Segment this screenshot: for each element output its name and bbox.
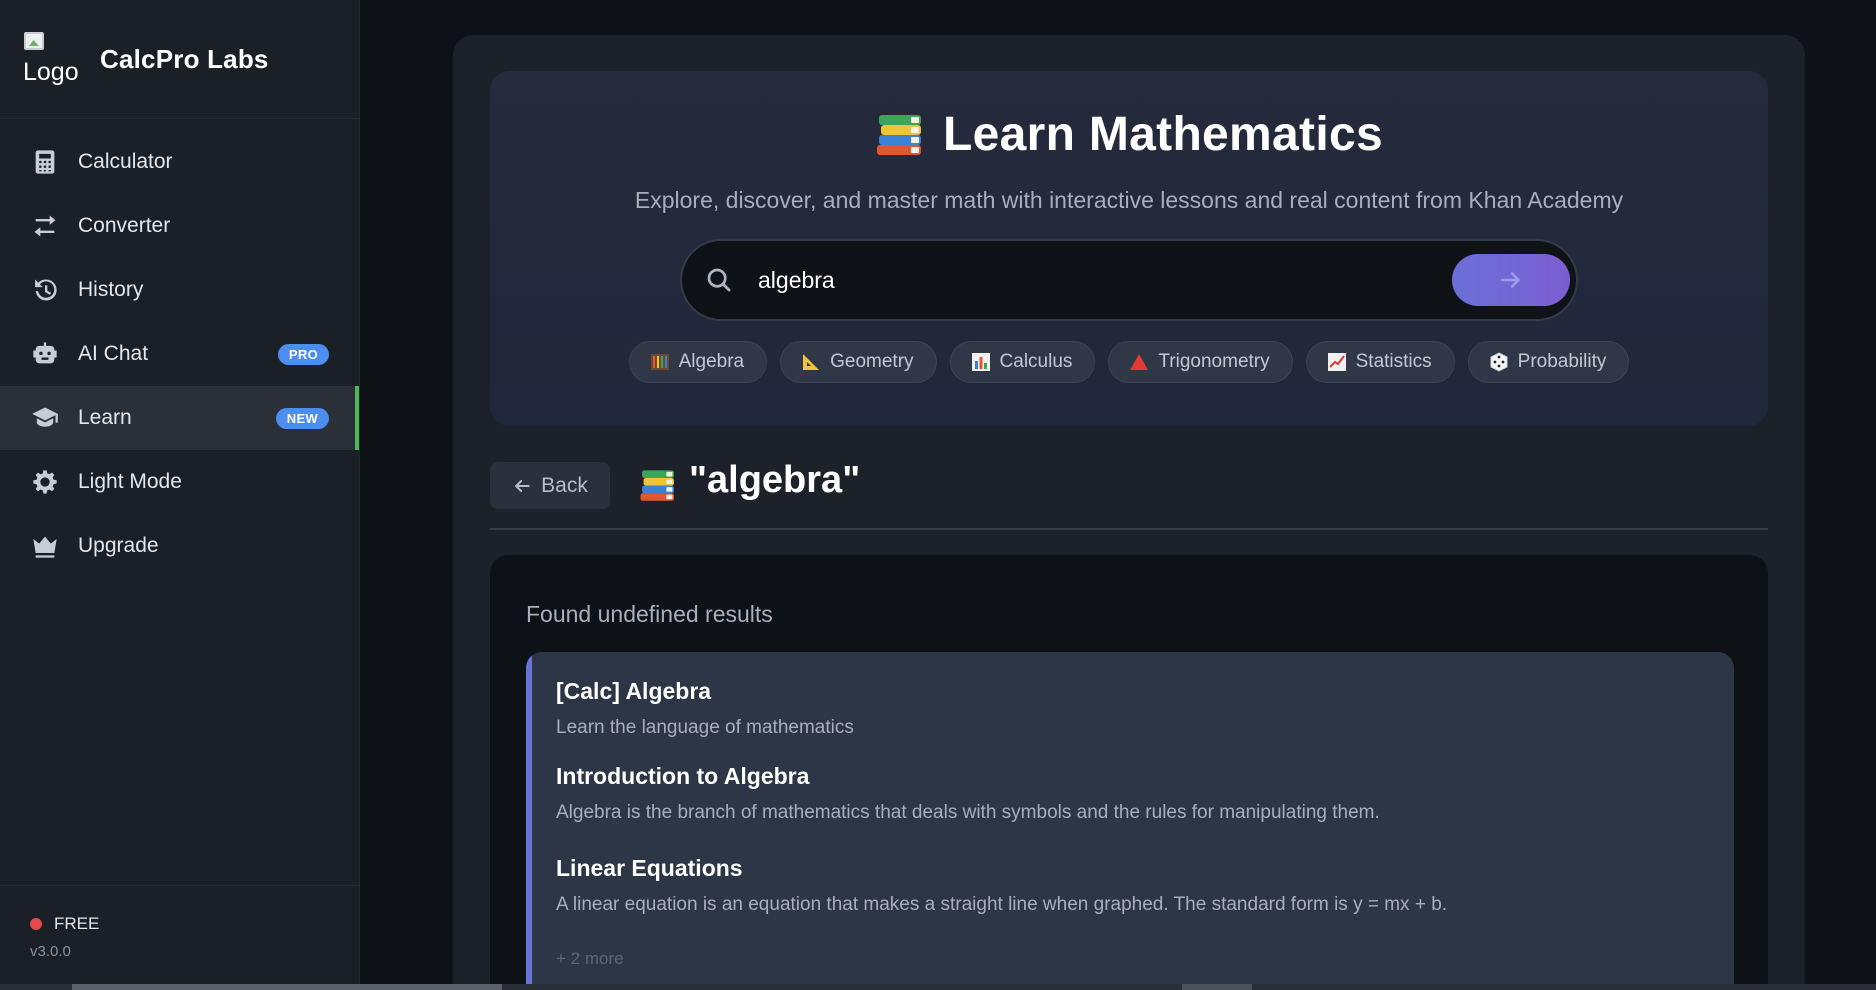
broken-image-icon <box>24 32 44 50</box>
graduation-cap-icon <box>30 403 60 433</box>
results-heading: "algebra" <box>639 459 860 502</box>
sidebar-item-ai-chat[interactable]: AI Chat PRO <box>0 322 359 386</box>
trend-chart-icon <box>1327 352 1347 372</box>
search-input[interactable] <box>758 260 1452 300</box>
plan-status: FREE <box>30 914 359 934</box>
calculator-icon <box>30 147 60 177</box>
chip-trigonometry[interactable]: Trigonometry <box>1108 341 1293 383</box>
search-query-title: "algebra" <box>689 459 861 501</box>
triangle-ruler-icon <box>801 352 821 372</box>
chip-label: Geometry <box>830 351 914 372</box>
plan-label: FREE <box>54 914 100 933</box>
search-icon <box>704 265 734 295</box>
brand[interactable]: Logo CalcPro Labs <box>0 0 359 119</box>
back-label: Back <box>541 473 588 497</box>
lesson-item[interactable]: Introduction to Algebra Algebra is the b… <box>556 763 1380 824</box>
logo-alt-text: Logo <box>23 58 79 86</box>
lesson-title: Linear Equations <box>556 855 743 881</box>
page-title: Learn Mathematics <box>943 108 1383 161</box>
sidebar-item-label: AI Chat <box>78 342 149 365</box>
new-badge: NEW <box>275 407 329 429</box>
sidebar-item-history[interactable]: History <box>0 258 359 322</box>
chip-label: Trigonometry <box>1158 351 1270 372</box>
scrollbar-thumb[interactable] <box>1182 984 1252 990</box>
bar-chart-icon <box>971 352 991 372</box>
lesson-description: Algebra is the branch of mathematics tha… <box>556 802 1380 823</box>
main-content: Learn Mathematics Explore, discover, and… <box>453 35 1805 990</box>
result-card-subtitle: Learn the language of mathematics <box>556 717 854 738</box>
result-card-title: [Calc] Algebra <box>556 678 712 704</box>
chip-label: Statistics <box>1355 351 1432 372</box>
sidebar-item-converter[interactable]: Converter <box>0 194 359 258</box>
result-card-header: [Calc] Algebra Learn the language of mat… <box>556 678 854 739</box>
chip-geometry[interactable]: Geometry <box>780 341 937 383</box>
sidebar-item-upgrade[interactable]: Upgrade <box>0 514 359 578</box>
history-icon <box>30 275 60 305</box>
hero-title: Learn Mathematics <box>490 107 1768 162</box>
page-subtitle: Explore, discover, and master math with … <box>634 187 1624 213</box>
sidebar-item-label: Learn <box>78 406 132 429</box>
sidebar: Logo CalcPro Labs Calculator Converter H… <box>0 0 360 984</box>
pro-badge: PRO <box>277 343 329 365</box>
red-triangle-icon <box>1129 352 1149 372</box>
more-lessons-link[interactable]: + 2 more <box>556 949 624 969</box>
sidebar-item-label: Upgrade <box>78 534 159 557</box>
lesson-item[interactable]: Linear Equations A linear equation is an… <box>556 855 1447 916</box>
abacus-icon <box>650 352 670 372</box>
lesson-title: Introduction to Algebra <box>556 763 810 789</box>
sidebar-item-label: Calculator <box>78 150 173 173</box>
robot-icon <box>30 339 60 369</box>
books-icon <box>639 467 674 501</box>
search-submit-button[interactable] <box>1452 254 1570 306</box>
sidebar-item-learn[interactable]: Learn NEW <box>0 386 359 450</box>
learn-hero: Learn Mathematics Explore, discover, and… <box>490 71 1768 426</box>
app-version: v3.0.0 <box>30 943 71 960</box>
chip-label: Probability <box>1517 351 1607 372</box>
chip-statistics[interactable]: Statistics <box>1305 341 1455 383</box>
chip-algebra[interactable]: Algebra <box>628 341 768 383</box>
crown-icon <box>30 531 60 561</box>
chip-label: Calculus <box>999 351 1073 372</box>
gear-sun-icon <box>30 467 60 497</box>
back-button[interactable]: Back <box>490 462 610 509</box>
topic-chips: Algebra Geometry Calculus Trigonometry S… <box>490 341 1768 383</box>
chip-calculus[interactable]: Calculus <box>949 341 1096 383</box>
horizontal-scrollbar[interactable] <box>0 984 1876 990</box>
search-bar <box>680 239 1578 321</box>
chip-label: Algebra <box>678 351 745 372</box>
result-card[interactable]: [Calc] Algebra Learn the language of mat… <box>526 652 1734 990</box>
logo-image: Logo <box>23 29 85 89</box>
divider <box>490 528 1768 530</box>
sidebar-item-label: Light Mode <box>78 470 182 493</box>
results-panel: Found undefined results [Calc] Algebra L… <box>490 555 1768 990</box>
sidebar-item-calculator[interactable]: Calculator <box>0 130 359 194</box>
sidebar-item-label: Converter <box>78 214 171 237</box>
chip-probability[interactable]: Probability <box>1467 341 1630 383</box>
swap-arrows-icon <box>30 211 60 241</box>
arrow-left-icon <box>515 479 530 492</box>
results-count: Found undefined results <box>526 601 773 627</box>
lesson-description: A linear equation is an equation that ma… <box>556 894 1448 915</box>
books-icon <box>875 111 925 159</box>
scrollbar-thumb[interactable] <box>72 984 502 990</box>
dice-icon <box>1489 352 1509 372</box>
sidebar-footer: FREE v3.0.0 <box>0 885 359 984</box>
arrow-right-icon <box>1501 272 1520 288</box>
status-dot-icon <box>30 918 42 930</box>
sidebar-item-light-mode[interactable]: Light Mode <box>0 450 359 514</box>
brand-name: CalcPro Labs <box>100 43 269 74</box>
sidebar-item-label: History <box>78 278 144 301</box>
sidebar-nav: Calculator Converter History AI Chat PRO <box>0 119 359 578</box>
